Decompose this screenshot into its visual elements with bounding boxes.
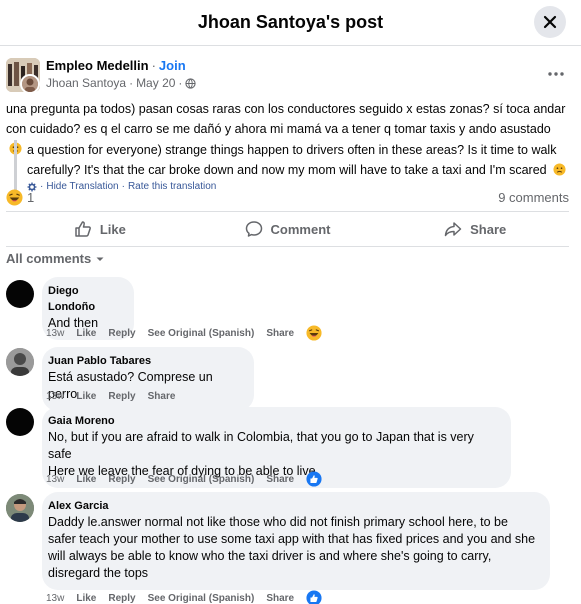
rate-translation-link[interactable]: Rate this translation <box>128 180 216 194</box>
comment-reaction[interactable] <box>306 325 322 341</box>
comment-like-button[interactable]: Like <box>76 593 96 604</box>
more-icon <box>548 72 564 76</box>
comment-time[interactable]: 13w <box>46 391 64 402</box>
comment-actions: 13w Like Reply See Original (Spanish) Sh… <box>46 471 334 487</box>
like-reaction-icon <box>306 590 322 604</box>
post-date[interactable]: May 20 <box>136 76 175 90</box>
share-label: Share <box>470 221 507 237</box>
comment-reaction[interactable] <box>306 590 322 604</box>
join-link[interactable]: Join <box>159 58 186 73</box>
close-icon <box>543 15 557 29</box>
like-label: Like <box>99 221 126 237</box>
comments-count[interactable]: 9 comments <box>498 190 569 205</box>
like-reaction-icon <box>306 471 322 487</box>
comment-share-button[interactable]: Share <box>266 328 294 339</box>
comment-share-button[interactable]: Share <box>266 474 294 485</box>
comments-filter-label: All comments <box>6 251 92 266</box>
commenter-name[interactable]: Gaia Moreno <box>48 413 499 429</box>
reaction-count: 1 <box>27 190 35 205</box>
comment-share-button[interactable]: Share <box>148 391 176 402</box>
sad-icon <box>553 163 566 176</box>
like-button[interactable]: Like <box>6 212 194 246</box>
translation-text: a question for everyone) strange things … <box>27 143 557 177</box>
dialog-title: Jhoan Santoya's post <box>197 12 384 32</box>
comment-icon <box>245 221 262 237</box>
comment-reply-button[interactable]: Reply <box>108 474 135 485</box>
author-name[interactable]: Jhoan Santoya <box>46 76 126 90</box>
comment-reply-button[interactable]: Reply <box>108 328 135 339</box>
comment-time[interactable]: 13w <box>46 328 64 339</box>
like-icon <box>75 221 91 237</box>
commenter-name[interactable]: Juan Pablo Tabares <box>48 353 242 369</box>
globe-icon <box>185 77 197 89</box>
avatar[interactable] <box>6 408 34 436</box>
chevron-down-icon <box>96 257 104 261</box>
comment-actions: 13w Like Reply See Original (Spanish) Sh… <box>46 590 334 604</box>
avatar[interactable] <box>6 494 34 522</box>
comment-reaction[interactable] <box>306 471 322 487</box>
see-original-button[interactable]: See Original (Spanish) <box>148 328 255 339</box>
comment-label: Comment <box>270 221 331 237</box>
haha-icon <box>6 189 23 206</box>
comment-like-button[interactable]: Like <box>76 474 96 485</box>
comment-like-button[interactable]: Like <box>76 391 96 402</box>
separator-dot: · <box>129 76 134 90</box>
author-avatar[interactable] <box>20 74 40 94</box>
comment-time[interactable]: 13w <box>46 474 64 485</box>
separator-dot: · <box>121 181 125 192</box>
comment-reply-button[interactable]: Reply <box>108 391 135 402</box>
comment-text: Daddy le.answer normal not like those wh… <box>48 515 536 580</box>
comments-filter-dropdown[interactable]: All comments <box>6 251 105 266</box>
share-icon <box>444 222 462 237</box>
more-options-button[interactable] <box>544 64 568 84</box>
translation-links: · Hide Translation · Rate this translati… <box>27 180 567 194</box>
separator-dot: · <box>178 76 183 90</box>
comment-actions: 13w Like Reply See Original (Spanish) Sh… <box>46 325 334 341</box>
group-name[interactable]: Empleo Medellin <box>46 58 149 73</box>
haha-icon <box>306 325 322 341</box>
comment-bubble: Alex Garcia Daddy le.answer normal not l… <box>42 492 550 590</box>
commenter-name[interactable]: Alex Garcia <box>48 498 538 514</box>
post-actions: Like Comment Share <box>6 211 569 247</box>
group-line: Empleo Medellin · Join <box>46 58 186 73</box>
hide-translation-link[interactable]: Hide Translation <box>46 180 118 194</box>
comment-reply-button[interactable]: Reply <box>108 593 135 604</box>
comment-time[interactable]: 13w <box>46 593 64 604</box>
post-text: una pregunta pa todos) pasan cosas raras… <box>6 102 566 136</box>
post-meta: Jhoan Santoya · May 20 · <box>46 76 197 90</box>
close-button[interactable] <box>534 6 566 38</box>
post-header: Empleo Medellin · Join Jhoan Santoya · May… <box>6 56 576 96</box>
translation-block: a question for everyone) strange things … <box>14 140 567 194</box>
commenter-name[interactable]: Diego Londoño <box>48 283 122 315</box>
comment-like-button[interactable]: Like <box>76 328 96 339</box>
comment-actions: 13w Like Reply Share <box>46 391 187 402</box>
see-original-button[interactable]: See Original (Spanish) <box>148 593 255 604</box>
reactions-summary[interactable]: 1 <box>6 189 34 206</box>
dialog-header: Jhoan Santoya's post <box>0 0 581 46</box>
avatar[interactable] <box>6 348 34 376</box>
comment-share-button[interactable]: Share <box>266 593 294 604</box>
separator-dot: · <box>151 58 156 73</box>
see-original-button[interactable]: See Original (Spanish) <box>148 474 255 485</box>
avatar[interactable] <box>6 280 34 308</box>
separator-dot: · <box>40 181 44 192</box>
comment-button[interactable]: Comment <box>194 212 382 246</box>
share-button[interactable]: Share <box>381 212 569 246</box>
